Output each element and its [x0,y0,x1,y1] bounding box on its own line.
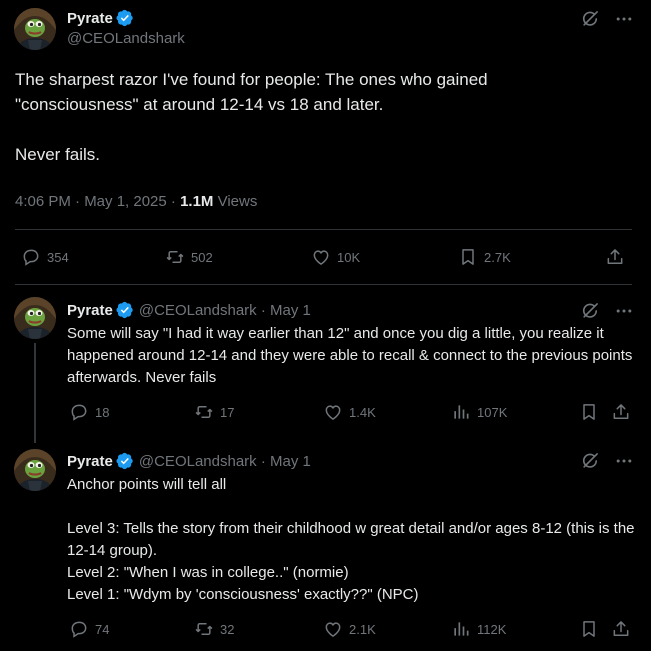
views-label: Views [213,193,258,210]
reply-icon [21,247,41,267]
tweet-text: The sharpest razor I've found for people… [15,70,488,164]
bookmark-button[interactable] [579,619,599,639]
views-button[interactable]: 112K [451,619,506,639]
reply-action-bar: 74 32 2.1K 112K [67,618,635,642]
reply-text: Some will say "I had it way earlier than… [67,325,633,386]
more-options-icon[interactable] [614,301,634,321]
repost-count: 17 [220,404,235,420]
author-block: Pyrate @CEOLandshark [67,9,185,48]
share-button[interactable] [611,619,631,639]
tweet-timestamp[interactable]: 4:06 PM · May 1, 2025 · [15,193,180,210]
more-options-icon[interactable] [614,9,634,29]
like-button[interactable]: 1.4K [323,402,376,422]
bookmark-count: 2.7K [484,249,511,265]
views-count: 1.1M [180,193,214,210]
views-icon [451,619,471,639]
like-count: 2.1K [349,621,376,637]
reply-top-actions [580,301,634,321]
share-icon [611,619,631,639]
reply-count: 18 [95,404,110,420]
repost-icon [194,402,214,422]
reply-header: Pyrate @CEOLandshark · May 1 [67,452,311,470]
bookmark-icon [579,619,599,639]
like-count: 1.4K [349,404,376,420]
avatar[interactable] [14,297,56,339]
views-count: 107K [477,404,508,420]
reply-button[interactable]: 354 [21,247,69,267]
repost-count: 502 [191,249,213,265]
share-button[interactable] [611,402,631,422]
bookmark-icon [458,247,478,267]
reply-button[interactable]: 74 [69,619,109,639]
author-name[interactable]: Pyrate [67,302,113,319]
heart-icon [323,402,343,422]
bookmark-button[interactable]: 2.7K [458,247,511,267]
heart-icon [311,247,331,267]
author-handle[interactable]: @CEOLandshark [67,30,185,47]
reply-action-bar: 18 17 1.4K 107K [67,401,635,425]
avatar[interactable] [14,449,56,491]
reply-icon [69,402,89,422]
repost-icon [194,619,214,639]
like-count: 10K [337,249,361,265]
grok-icon[interactable] [580,9,600,29]
repost-count: 32 [220,621,235,637]
views-icon [451,402,471,422]
share-icon [611,402,631,422]
author-handle-date[interactable]: @CEOLandshark · May 1 [139,302,311,319]
divider [15,284,632,285]
repost-button[interactable]: 502 [165,247,213,267]
repost-icon [165,247,185,267]
main-action-bar: 354 502 10K 2.7K [15,245,632,271]
share-button[interactable] [605,247,625,267]
reply-count: 354 [47,249,69,265]
thread-line [34,343,36,443]
bookmark-icon [579,402,599,422]
grok-icon[interactable] [580,301,600,321]
reply-top-actions [580,451,634,471]
divider [15,229,632,230]
more-options-icon[interactable] [614,451,634,471]
reply-icon [69,619,89,639]
heart-icon [323,619,343,639]
share-icon [605,247,625,267]
avatar-image [14,8,56,50]
verified-badge-icon [116,9,134,27]
repost-button[interactable]: 17 [194,402,234,422]
reply-header: Pyrate @CEOLandshark · May 1 [67,301,311,319]
avatar-image [14,449,56,491]
like-button[interactable]: 2.1K [323,619,376,639]
reply-button[interactable]: 18 [69,402,109,422]
repost-button[interactable]: 32 [194,619,234,639]
like-button[interactable]: 10K [311,247,360,267]
avatar-image [14,297,56,339]
views-count: 112K [477,621,507,637]
verified-badge-icon [116,452,134,470]
author-name[interactable]: Pyrate [67,10,113,27]
views-button[interactable]: 107K [451,402,507,422]
reply-text: Anchor points will tell all Level 3: Tel… [67,476,635,603]
avatar[interactable] [14,8,56,50]
tweet-meta: 4:06 PM · May 1, 2025 · 1.1M Views [15,193,257,210]
author-name[interactable]: Pyrate [67,453,113,470]
author-handle-date[interactable]: @CEOLandshark · May 1 [139,453,311,470]
bookmark-button[interactable] [579,402,599,422]
verified-badge-icon [116,301,134,319]
grok-icon[interactable] [580,451,600,471]
tweet-top-actions [580,9,634,29]
reply-count: 74 [95,621,110,637]
